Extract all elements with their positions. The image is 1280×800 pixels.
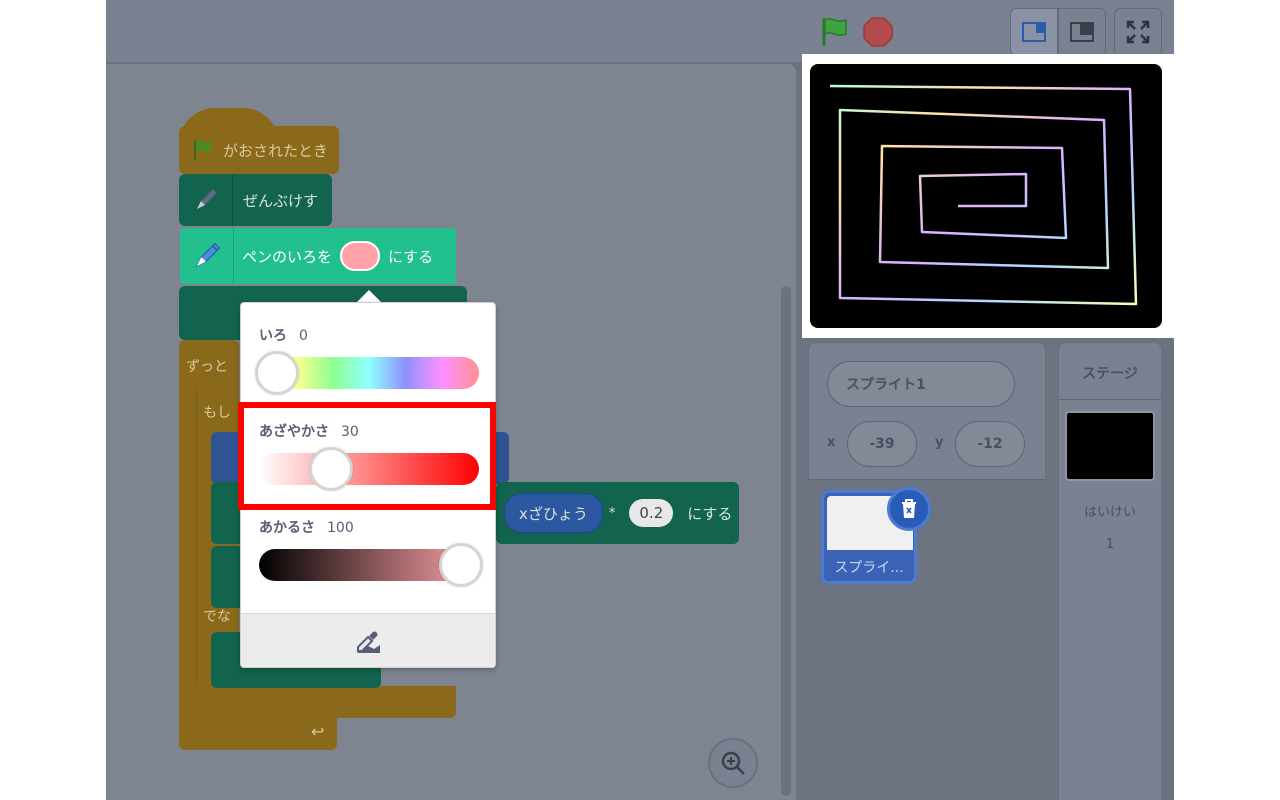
eyedropper-icon bbox=[356, 630, 380, 653]
large-stage-button[interactable] bbox=[1058, 8, 1106, 56]
backdrop-label: はいけい bbox=[1083, 505, 1136, 520]
stop-icon[interactable] bbox=[862, 16, 894, 52]
backdrop-count: 1 bbox=[1105, 537, 1115, 552]
brightness-slider[interactable] bbox=[259, 543, 483, 587]
stage-pane-divider bbox=[1059, 399, 1161, 400]
set-color-suffix: にする bbox=[388, 247, 434, 266]
small-stage-button[interactable] bbox=[1010, 8, 1058, 56]
if-else-bottom bbox=[196, 686, 456, 718]
sprite-list: スプライ... bbox=[809, 479, 1045, 800]
brightness-label: あかるさ bbox=[259, 520, 315, 536]
hue-slider[interactable] bbox=[255, 351, 479, 395]
pen-color-swatch[interactable] bbox=[340, 241, 381, 271]
trash-icon bbox=[902, 499, 916, 518]
brightness-row: あかるさ 100 bbox=[259, 517, 354, 537]
fullscreen-icon[interactable] bbox=[1114, 8, 1162, 56]
stage-thumbnail[interactable] bbox=[1065, 411, 1155, 481]
stage-pane[interactable]: ステージ はいけい 1 bbox=[1058, 342, 1162, 800]
stage-canvas[interactable] bbox=[810, 64, 1162, 328]
scratch-editor: がおされたとき ぜんぶけす ずっと もし でな ↩ xざひょう * 0.2 にす… bbox=[106, 0, 1174, 800]
y-label: y bbox=[935, 435, 944, 450]
set-pen-expression-block[interactable]: xざひょう * 0.2 にする bbox=[496, 482, 739, 544]
zoom-in-icon bbox=[721, 751, 745, 775]
multiply-operator: * bbox=[608, 505, 616, 521]
pen-icon bbox=[179, 174, 233, 226]
multiplier-input[interactable]: 0.2 bbox=[629, 499, 674, 527]
sprite-info-pane: スプライト1 x -39 y -12 スプライ... bbox=[808, 342, 1046, 800]
brightness-slider-knob[interactable] bbox=[439, 543, 483, 587]
stage-pane-title: ステージ bbox=[1082, 366, 1138, 382]
eyedropper-button[interactable] bbox=[241, 613, 495, 667]
if-label: もし bbox=[203, 405, 231, 421]
clear-block-label: ぜんぶけす bbox=[243, 191, 319, 210]
hue-slider-knob[interactable] bbox=[255, 351, 299, 395]
saturation-highlight-box bbox=[238, 402, 496, 510]
green-flag-icon[interactable] bbox=[818, 16, 852, 52]
workspace-scrollbar[interactable] bbox=[781, 286, 791, 796]
hue-label: いろ bbox=[259, 328, 287, 344]
flag-icon bbox=[194, 140, 211, 160]
y-field[interactable]: -12 bbox=[955, 421, 1025, 467]
pen-clear-block[interactable]: ぜんぶけす bbox=[179, 174, 332, 226]
set-pen-color-block[interactable]: ペンのいろを にする bbox=[180, 228, 456, 284]
hue-value: 0 bbox=[299, 328, 308, 344]
hue-row: いろ 0 bbox=[259, 325, 308, 345]
expr-suffix: にする bbox=[687, 504, 733, 523]
loop-arrow-icon: ↩ bbox=[311, 722, 325, 741]
set-color-prefix: ペンのいろを bbox=[242, 247, 333, 266]
sprite-name-field[interactable]: スプライト1 bbox=[827, 361, 1015, 407]
popup-caret bbox=[357, 290, 381, 302]
forever-label: ずっと bbox=[186, 359, 228, 375]
sprite-thumbnail-label: スプライ... bbox=[834, 560, 904, 576]
x-field[interactable]: -39 bbox=[847, 421, 917, 467]
when-flag-clicked-block[interactable]: がおされたとき bbox=[179, 126, 339, 174]
brightness-value: 100 bbox=[327, 520, 354, 536]
else-label: でな bbox=[203, 609, 231, 625]
stage-area bbox=[802, 54, 1174, 338]
pen-icon bbox=[180, 228, 234, 284]
zoom-in-button[interactable] bbox=[708, 738, 758, 788]
delete-sprite-button[interactable] bbox=[887, 487, 931, 531]
x-position-reporter[interactable]: xざひょう bbox=[504, 493, 603, 533]
hat-block-label: がおされたとき bbox=[223, 141, 329, 160]
x-label: x bbox=[827, 435, 836, 450]
